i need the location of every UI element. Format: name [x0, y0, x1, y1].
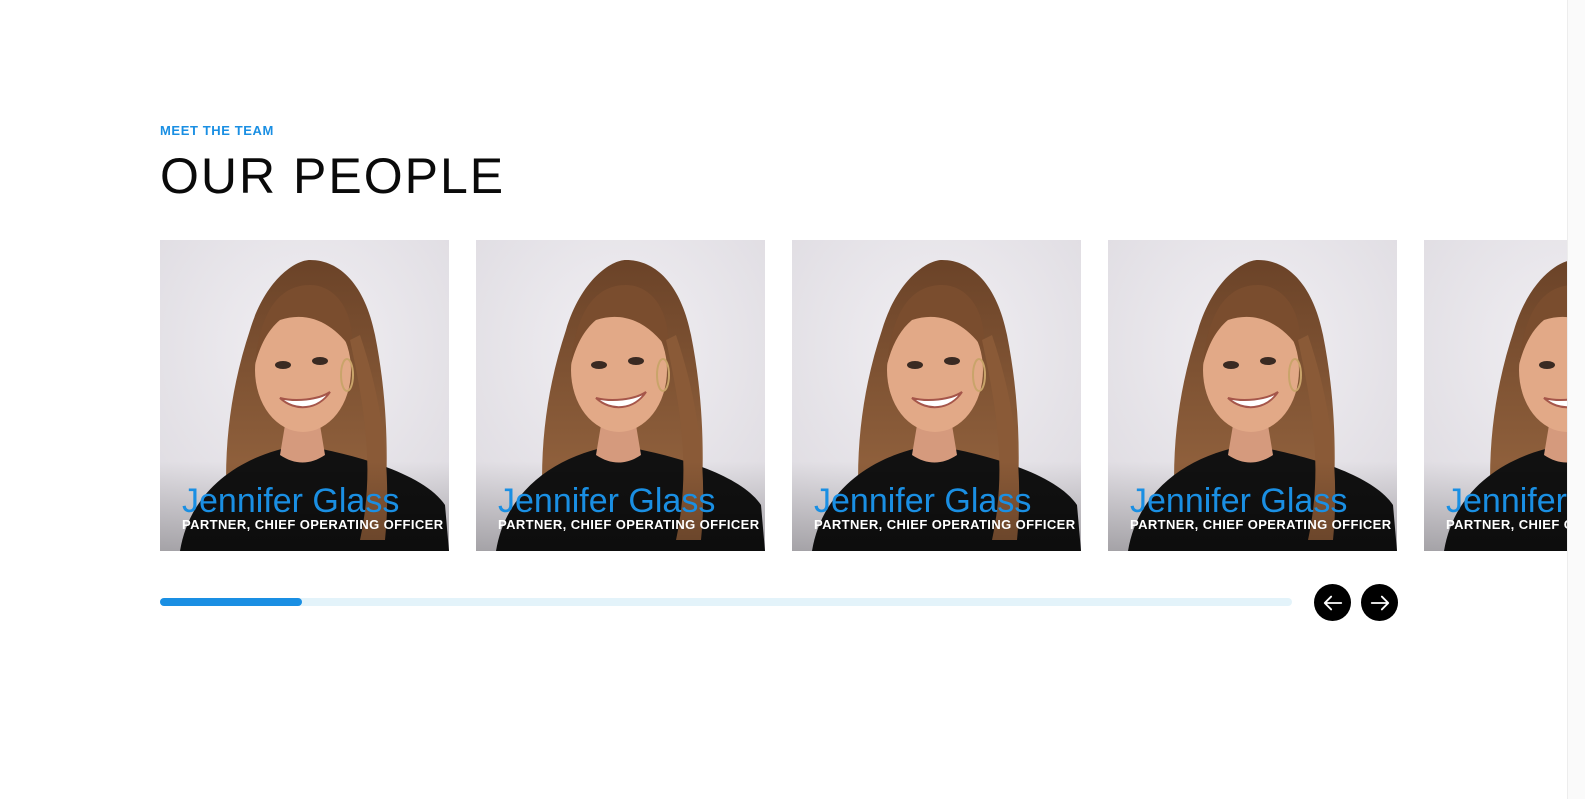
team-section: MEET THE TEAM OUR PEOPLE Jennifer Glass P… [160, 0, 1585, 799]
team-member-card[interactable]: Jennifer GlassPARTNER, CHIEF OPERATING O… [792, 240, 1081, 551]
member-role: PARTNER, CHIEF OPERATING OFFICER [814, 517, 1076, 532]
section-title: OUR PEOPLE [160, 148, 506, 204]
team-member-card[interactable]: Jennifer GlassPARTNER, CHIEF OPERATING O… [1424, 240, 1585, 551]
arrow-right-icon [1370, 595, 1389, 610]
team-carousel-track[interactable]: Jennifer Glass PARTNER, CHIEF OPERATING O… [160, 240, 1585, 552]
member-role: PARTNER, CHIEF OPERATING OFFICER [1446, 517, 1585, 532]
member-name: Jennifer Glass [498, 482, 716, 520]
carousel-prev-button[interactable] [1314, 584, 1351, 621]
arrow-left-icon [1323, 595, 1342, 610]
team-member-card[interactable]: Jennifer GlassPARTNER, CHIEF OPERATING O… [476, 240, 765, 551]
member-role: PARTNER, CHIEF OPERATING OFFICER [182, 517, 444, 532]
carousel-next-button[interactable] [1361, 584, 1398, 621]
page-scroll-edge [1567, 0, 1585, 799]
carousel-progress-bar [160, 598, 1292, 606]
member-name: Jennifer Glass [814, 482, 1032, 520]
member-name: Jennifer Glass [182, 482, 400, 520]
member-role: PARTNER, CHIEF OPERATING OFFICER [1130, 517, 1392, 532]
team-member-card[interactable]: Jennifer GlassPARTNER, CHIEF OPERATING O… [1108, 240, 1397, 551]
member-role: PARTNER, CHIEF OPERATING OFFICER [498, 517, 760, 532]
page: MEET THE TEAM OUR PEOPLE Jennifer Glass P… [0, 0, 1585, 799]
carousel-progress-fill [160, 598, 302, 606]
section-eyebrow: MEET THE TEAM [160, 123, 274, 138]
member-name: Jennifer Glass [1446, 482, 1585, 520]
team-member-card[interactable]: Jennifer GlassPARTNER, CHIEF OPERATING O… [160, 240, 449, 551]
member-name: Jennifer Glass [1130, 482, 1348, 520]
